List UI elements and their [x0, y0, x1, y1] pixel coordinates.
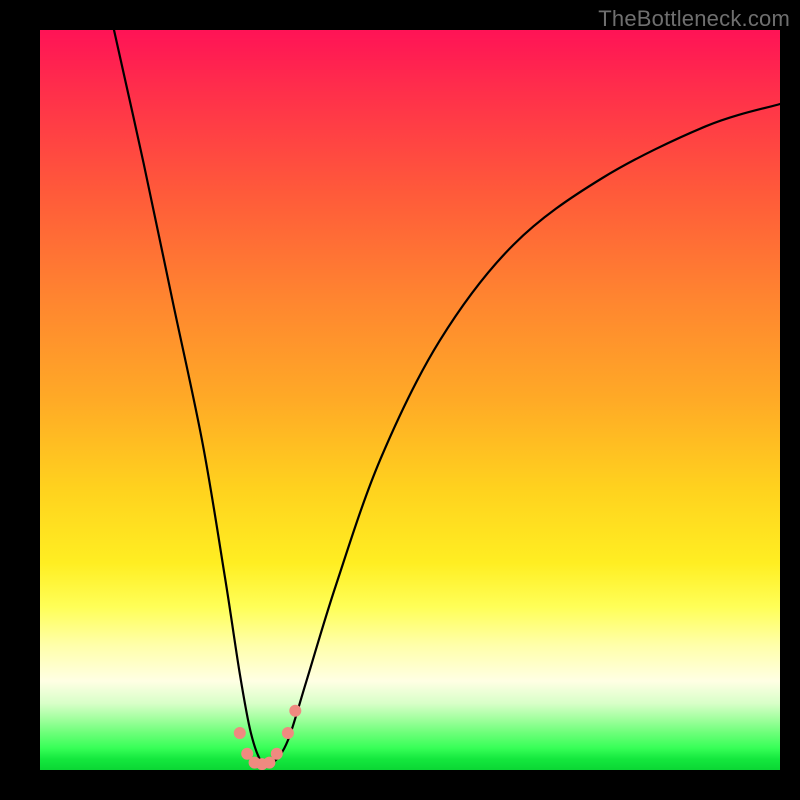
- marker-dot: [271, 748, 283, 760]
- chart-frame: TheBottleneck.com: [0, 0, 800, 800]
- marker-dot: [249, 757, 261, 769]
- bottleneck-curve: [114, 30, 780, 766]
- marker-dot: [282, 727, 294, 739]
- marker-dot: [263, 757, 275, 769]
- watermark-text: TheBottleneck.com: [598, 6, 790, 32]
- marker-group: [234, 705, 301, 770]
- marker-dot: [234, 727, 246, 739]
- curve-layer: [40, 30, 780, 770]
- plot-area: [40, 30, 780, 770]
- marker-dot: [256, 758, 268, 770]
- marker-dot: [289, 705, 301, 717]
- marker-dot: [241, 748, 253, 760]
